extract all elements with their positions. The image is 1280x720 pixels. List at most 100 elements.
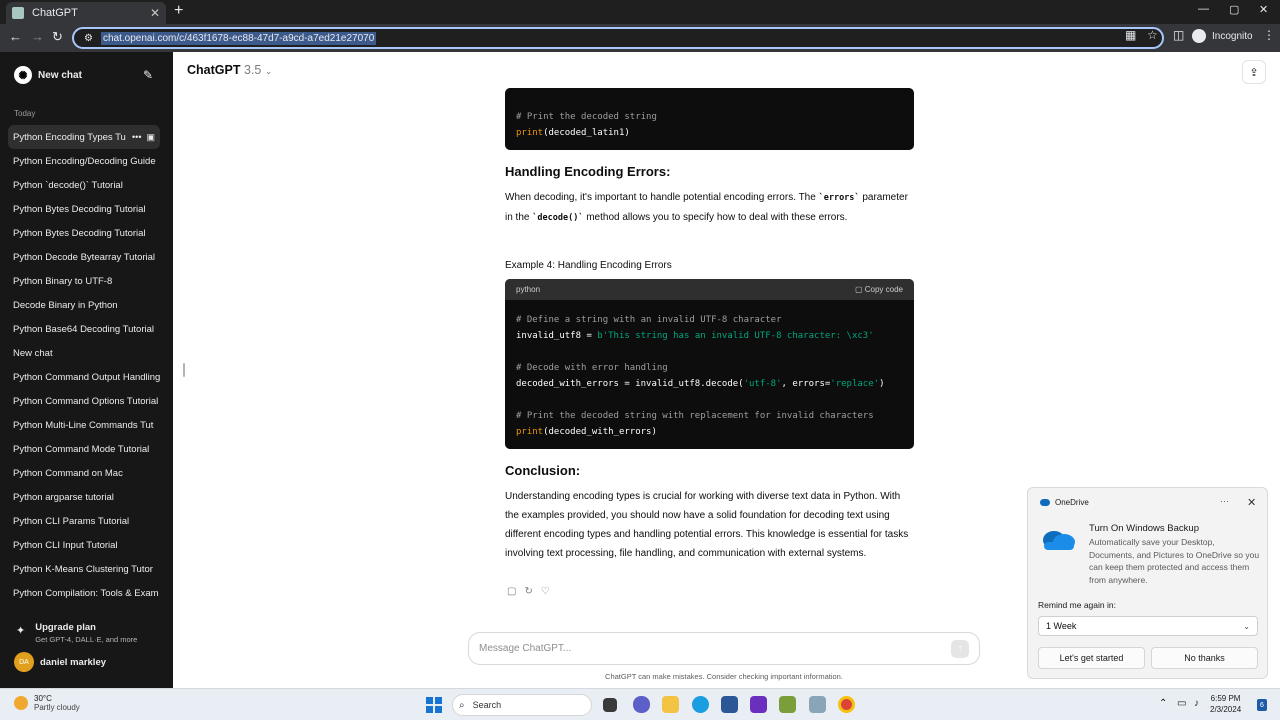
code-string: 'utf-8' <box>743 379 782 389</box>
user-menu[interactable]: DA daniel markley <box>14 652 106 672</box>
chevron-down-icon: ⌄ <box>1243 621 1250 631</box>
url-text[interactable]: chat.openai.com/c/463f1678-ec88-47d7-a9c… <box>100 31 377 45</box>
chat-history-item[interactable]: Python Base64 Decoding Tutorial <box>8 317 160 341</box>
code-function: print <box>516 128 544 138</box>
chat-history-item[interactable]: Python Command Output Handling <box>8 365 160 389</box>
start-button[interactable] <box>426 697 442 713</box>
chat-title: Python K-Means Clustering Tutor <box>13 563 153 575</box>
message-input[interactable]: Message ChatGPT... <box>479 643 571 654</box>
code-line: decoded_with_errors = invalid_utf8.decod… <box>516 376 903 392</box>
vscode-icon[interactable] <box>750 696 767 713</box>
new-chat-button[interactable]: ✺ New chat <box>14 66 82 84</box>
weather-widget[interactable]: 30°C Partly cloudy <box>14 694 80 712</box>
upgrade-plan-button[interactable]: ✦ Upgrade plan Get GPT-4, DALL·E, and mo… <box>16 622 137 644</box>
chat-history-item[interactable]: Python Compilation: Tools & Exam <box>8 581 160 605</box>
file-explorer-icon[interactable] <box>662 696 679 713</box>
back-arrow-icon[interactable]: ← <box>9 29 22 44</box>
chat-title: Python Compilation: Tools & Exam <box>13 587 159 599</box>
chat-history-item[interactable]: Python Encoding/Decoding Guide <box>8 149 160 173</box>
code-body: # Define a string with an invalid UTF-8 … <box>505 300 914 440</box>
code-text: , errors= <box>781 379 831 389</box>
chat-title: Python Encoding/Decoding Guide <box>13 155 156 167</box>
show-hidden-icons-icon[interactable]: ⌃ <box>1159 698 1167 709</box>
address-bar[interactable]: ⚙ chat.openai.com/c/463f1678-ec88-47d7-a… <box>72 27 1164 49</box>
chat-history-item[interactable]: Python CLI Params Tutorial <box>8 509 160 533</box>
reload-icon[interactable]: ↻ <box>52 29 63 45</box>
compose-icon[interactable]: ✎ <box>143 68 153 82</box>
minimize-button[interactable]: — <box>1198 3 1209 15</box>
maximize-button[interactable]: ▢ <box>1229 3 1239 16</box>
chat-title: Python Encoding Types Tu <box>13 131 126 143</box>
model-selector[interactable]: ChatGPT 3.5 ⌄ <box>187 63 272 77</box>
chat-title: Python CLI Params Tutorial <box>13 515 130 527</box>
chat-history-item[interactable]: New chat <box>8 341 160 365</box>
search-icon: ⌕ <box>459 699 465 711</box>
taskbar-search[interactable]: ⌕ Search <box>452 694 592 716</box>
chat-history-item[interactable]: Python Bytes Decoding Tutorial <box>8 221 160 245</box>
thumbs-down-icon[interactable]: ♡ <box>541 586 550 597</box>
site-info-icon[interactable]: ⚙ <box>84 33 93 44</box>
code-string: b'This string has an invalid UTF-8 chara… <box>597 331 874 341</box>
message-composer[interactable]: Message ChatGPT... ↑ <box>468 632 980 665</box>
chrome-icon[interactable] <box>838 696 855 713</box>
model-version: 3.5 <box>243 63 262 77</box>
regenerate-icon[interactable]: ↻ <box>524 586 532 597</box>
chat-history-item[interactable]: Python argparse tutorial <box>8 485 160 509</box>
message-actions: ▢ ↻ ♡ <box>507 586 550 597</box>
code-text: decoded_with_errors = invalid_utf8.decod… <box>516 379 744 389</box>
clock[interactable]: 6:59 PM 2/3/2024 <box>1210 693 1241 715</box>
chat-title: Python Decode Bytearray Tutorial <box>13 251 156 263</box>
more-options-icon[interactable]: ••• ▣ <box>128 132 155 143</box>
chat-history-item[interactable]: Python Command Mode Tutorial <box>8 437 160 461</box>
remind-select[interactable]: 1 Week ⌄ <box>1038 616 1258 636</box>
store-icon[interactable] <box>721 696 738 713</box>
more-options-icon[interactable]: ··· <box>1220 496 1229 506</box>
edge-icon[interactable] <box>692 696 709 713</box>
chat-history-item[interactable]: Python Command on Mac <box>8 461 160 485</box>
chat-history-item[interactable]: Python K-Means Clustering Tutor <box>8 557 160 581</box>
lets-get-started-button[interactable]: Let's get started <box>1038 647 1145 669</box>
share-icon[interactable]: ⇪ <box>1242 60 1266 84</box>
copy-icon[interactable]: ▢ <box>507 586 516 597</box>
no-thanks-button[interactable]: No thanks <box>1151 647 1258 669</box>
tab-close-icon[interactable]: ✕ <box>150 6 160 20</box>
browser-menu-icon[interactable]: ⋮ <box>1263 28 1275 42</box>
chat-history-item[interactable]: Decode Binary in Python <box>8 293 160 317</box>
section-today: Today <box>14 109 36 118</box>
close-icon[interactable]: ✕ <box>1247 496 1256 509</box>
notification-badge[interactable]: 6 <box>1257 699 1267 711</box>
disclaimer: ChatGPT can make mistakes. Consider chec… <box>605 672 843 681</box>
task-view-icon[interactable] <box>603 698 617 712</box>
upgrade-title: Upgrade plan <box>35 622 96 633</box>
teams-chat-icon[interactable] <box>633 696 650 713</box>
send-arrow-icon[interactable]: ↑ <box>951 639 969 658</box>
window-close-button[interactable]: ✕ <box>1259 3 1268 16</box>
errors-paragraph: When decoding, it's important to handle … <box>505 188 915 228</box>
chat-history-item[interactable]: Python Encoding Types Tu ••• ▣ <box>8 125 160 149</box>
chat-history-item[interactable]: Python CLI Input Tutorial <box>8 533 160 557</box>
network-icon[interactable]: ▭ <box>1177 698 1186 709</box>
chat-history-item[interactable]: Python Bytes Decoding Tutorial <box>8 197 160 221</box>
chat-history-item[interactable]: Python Binary to UTF-8 <box>8 269 160 293</box>
chat-history-item[interactable]: Python Multi-Line Commands Tut <box>8 413 160 437</box>
chat-title: Python Command Options Tutorial <box>13 395 159 407</box>
incognito-indicator[interactable]: Incognito <box>1192 29 1253 43</box>
chat-history-item[interactable]: Python Decode Bytearray Tutorial <box>8 245 160 269</box>
heading-conclusion: Conclusion: <box>505 463 581 478</box>
bookmark-star-icon[interactable]: ☆ <box>1147 28 1158 42</box>
tab-title: ChatGPT <box>32 7 78 19</box>
new-tab-button[interactable]: + <box>174 2 183 20</box>
browser-tab[interactable]: ChatGPT ✕ <box>6 2 166 24</box>
side-panel-icon[interactable]: ◫ <box>1173 28 1184 42</box>
sidebar-toggle-handle[interactable] <box>183 363 185 377</box>
chat-history-item[interactable]: Python `decode()` Tutorial <box>8 173 160 197</box>
app-icon[interactable] <box>779 696 796 713</box>
windows-logo-icon <box>426 706 433 713</box>
screen-share-icon[interactable]: ▦ <box>1125 28 1136 42</box>
chat-title: Python Command Mode Tutorial <box>13 443 150 455</box>
volume-icon[interactable]: ♪ <box>1194 698 1199 709</box>
chat-history-item[interactable]: Python Command Options Tutorial <box>8 389 160 413</box>
forward-arrow-icon[interactable]: → <box>31 29 44 44</box>
copy-code-button[interactable]: ▢ Copy code <box>855 285 903 294</box>
app-icon[interactable] <box>809 696 826 713</box>
